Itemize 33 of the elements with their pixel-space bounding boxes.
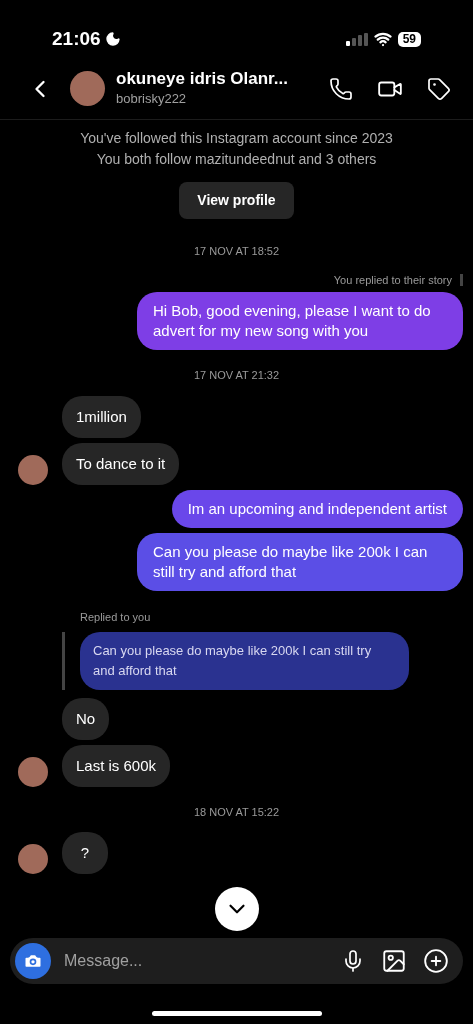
signal-icon (345, 32, 368, 46)
quoted-message: Can you please do maybe like 200k I can still try and afford that (80, 631, 409, 690)
wifi-icon (373, 30, 392, 48)
reply-note: Replied to you (80, 610, 151, 623)
received-message: 1million (62, 395, 141, 438)
sent-message: Hi Bob, good evening, please I want to do advert for my new song with you (137, 292, 463, 350)
sent-message: Im an upcoming and independent artist (171, 489, 463, 528)
profile-avatar (70, 71, 105, 106)
contact-username: bobrisky222 (116, 89, 188, 108)
contact-name: okuneye idris Olanr... (116, 68, 289, 89)
received-message: No (62, 697, 110, 740)
timestamp: 18 NOV AT 15:22 (193, 804, 280, 820)
message-composer[interactable]: Message... (10, 938, 463, 984)
scroll-down-button[interactable] (215, 887, 259, 931)
add-icon[interactable] (423, 948, 449, 974)
received-message: ? (62, 832, 108, 874)
moon-icon (104, 31, 121, 47)
sent-message: Can you please do maybe like 200k I can still try and afford that (137, 532, 463, 591)
message-input[interactable]: Message... (64, 949, 341, 973)
profile-info-text: You both follow mazitundeednut and 3 others (96, 150, 377, 169)
timestamp: 17 NOV AT 21:32 (193, 368, 280, 383)
clock: 21:06 (52, 26, 101, 51)
gallery-icon[interactable] (381, 948, 407, 974)
view-profile-button[interactable]: View profile (179, 182, 294, 219)
profile-info-text: You've followed this Instagram account since 2023 (80, 129, 393, 148)
story-reply-note: You replied to their story (333, 272, 452, 288)
timestamp: 17 NOV AT 18:52 (193, 244, 280, 259)
camera-button[interactable] (15, 943, 51, 979)
battery-level: 59 (397, 31, 421, 47)
received-message: Last is 600k (62, 744, 171, 787)
phone-icon[interactable] (329, 76, 353, 101)
tag-icon[interactable] (427, 76, 451, 101)
received-message: To dance to it (62, 442, 180, 485)
